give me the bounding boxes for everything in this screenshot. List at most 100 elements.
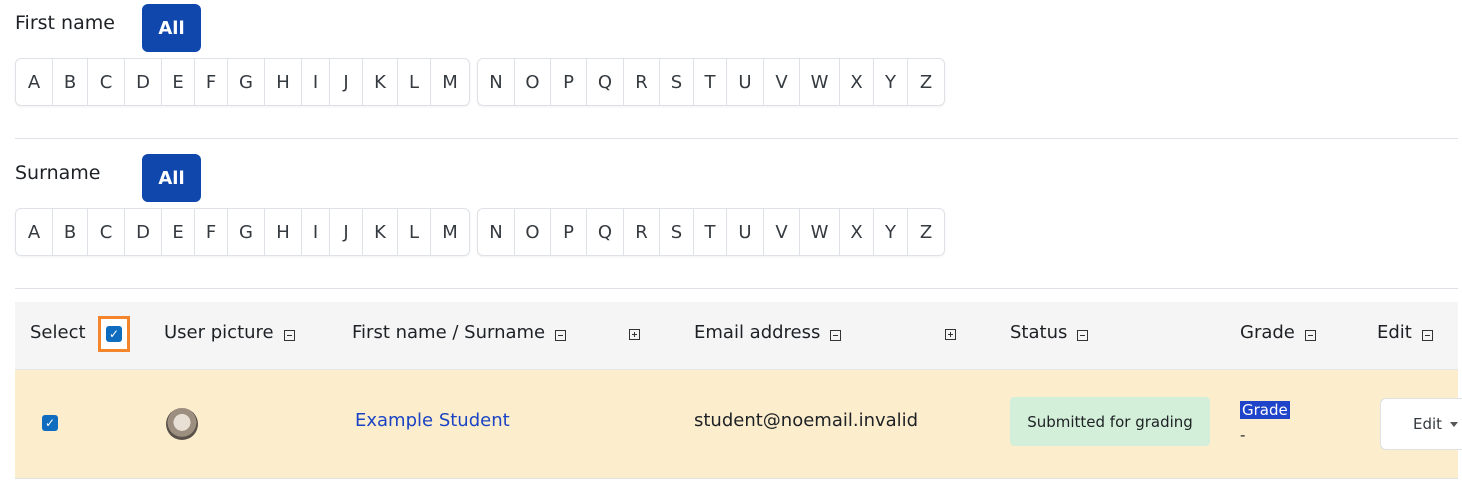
header-user-picture-label: User picture: [164, 322, 274, 343]
first-name-letter-button[interactable]: S: [660, 59, 694, 105]
first-name-letter-button[interactable]: L: [398, 59, 431, 105]
first-name-letter-button[interactable]: Z: [908, 59, 944, 105]
collapse-column-icon[interactable]: [1077, 330, 1089, 341]
surname-letters-n-z: NOPQRSTUVWXYZ: [477, 208, 945, 256]
first-name-letter-button[interactable]: G: [228, 59, 265, 105]
first-name-letter-bar: ABCDEFGHIJKLM NOPQRSTUVWXYZ: [15, 58, 945, 106]
surname-letter-button[interactable]: M: [431, 209, 469, 255]
surname-letter-button[interactable]: D: [125, 209, 162, 255]
first-name-letter-button[interactable]: F: [195, 59, 228, 105]
surname-letter-button[interactable]: K: [363, 209, 398, 255]
caret-down-icon: [1450, 421, 1459, 427]
first-name-letter-button[interactable]: N: [478, 59, 515, 105]
student-name-link[interactable]: Example Student: [355, 410, 510, 431]
header-grade-label[interactable]: Grade: [1240, 322, 1295, 343]
first-name-letter-button[interactable]: I: [302, 59, 330, 105]
first-name-letter-button[interactable]: U: [727, 59, 764, 105]
header-edit-label: Edit: [1377, 322, 1412, 343]
surname-letter-button[interactable]: T: [694, 209, 727, 255]
first-name-letter-button[interactable]: D: [125, 59, 162, 105]
surname-letter-button[interactable]: E: [162, 209, 195, 255]
first-name-letter-button[interactable]: Y: [874, 59, 908, 105]
first-name-letter-button[interactable]: A: [16, 59, 53, 105]
header-status-label[interactable]: Status: [1010, 322, 1067, 343]
surname-letters-a-m: ABCDEFGHIJKLM: [15, 208, 470, 256]
first-name-letter-button[interactable]: J: [330, 59, 363, 105]
first-name-filter-label: First name: [15, 12, 115, 34]
checkmark-icon: ✓: [106, 326, 122, 342]
surname-letter-button[interactable]: J: [330, 209, 363, 255]
surname-letter-button[interactable]: S: [660, 209, 694, 255]
first-name-letter-button[interactable]: V: [764, 59, 800, 105]
header-email-label[interactable]: Email address: [694, 322, 820, 343]
first-name-letter-button[interactable]: T: [694, 59, 727, 105]
surname-letter-button[interactable]: I: [302, 209, 330, 255]
first-name-all-button[interactable]: All: [142, 4, 201, 52]
collapse-column-icon[interactable]: [1304, 330, 1316, 341]
surname-letter-button[interactable]: A: [16, 209, 53, 255]
surname-letter-button[interactable]: U: [727, 209, 764, 255]
table-header-row: Select ✓ User picture First name / Surna…: [15, 302, 1458, 370]
collapse-column-icon[interactable]: [555, 330, 567, 341]
collapse-column-icon[interactable]: [283, 330, 295, 341]
surname-letter-button[interactable]: B: [53, 209, 88, 255]
expand-column-icon[interactable]: [945, 329, 956, 340]
collapse-column-icon[interactable]: [1421, 330, 1433, 341]
first-name-letter-button[interactable]: H: [265, 59, 302, 105]
surname-letter-button[interactable]: Q: [587, 209, 624, 255]
row-select-checkbox[interactable]: ✓: [42, 415, 58, 431]
surname-all-button[interactable]: All: [142, 154, 201, 202]
header-select-label: Select: [30, 322, 86, 343]
first-name-letter-button[interactable]: K: [363, 59, 398, 105]
first-name-letter-button[interactable]: X: [840, 59, 874, 105]
edit-button-label: Edit: [1413, 415, 1443, 433]
grade-label: Grade: [1240, 401, 1290, 419]
header-select: Select: [30, 322, 86, 343]
surname-letter-button[interactable]: F: [195, 209, 228, 255]
surname-letter-button[interactable]: Y: [874, 209, 908, 255]
divider: [15, 288, 1458, 289]
surname-letter-button[interactable]: Z: [908, 209, 944, 255]
first-name-letters-a-m: ABCDEFGHIJKLM: [15, 58, 470, 106]
first-name-letter-button[interactable]: C: [88, 59, 125, 105]
divider: [15, 138, 1458, 139]
surname-letter-button[interactable]: O: [515, 209, 551, 255]
first-name-letter-button[interactable]: E: [162, 59, 195, 105]
first-name-letter-button[interactable]: M: [431, 59, 469, 105]
avatar: [166, 408, 198, 440]
surname-letter-button[interactable]: L: [398, 209, 431, 255]
collapse-column-icon[interactable]: [830, 330, 842, 341]
first-name-letter-button[interactable]: O: [515, 59, 551, 105]
header-email: Email address: [694, 322, 842, 343]
header-edit: Edit: [1377, 322, 1433, 343]
student-email: student@noemail.invalid: [694, 410, 919, 431]
first-name-letter-button[interactable]: P: [551, 59, 587, 105]
expand-column-icon[interactable]: [629, 329, 640, 340]
header-name: First name / Surname: [352, 322, 567, 343]
submissions-table: Select ✓ User picture First name / Surna…: [15, 302, 1462, 480]
first-name-letters-n-z: NOPQRSTUVWXYZ: [477, 58, 945, 106]
first-name-letter-button[interactable]: Q: [587, 59, 624, 105]
surname-filter-label: Surname: [15, 162, 101, 184]
edit-menu-button[interactable]: Edit: [1380, 398, 1462, 450]
surname-letter-button[interactable]: G: [228, 209, 265, 255]
header-name-label[interactable]: First name / Surname: [352, 322, 545, 343]
surname-letter-bar: ABCDEFGHIJKLM NOPQRSTUVWXYZ: [15, 208, 945, 256]
surname-letter-button[interactable]: H: [265, 209, 302, 255]
header-user-picture: User picture: [164, 322, 295, 343]
table-row: ✓ Example Student student@noemail.invali…: [15, 370, 1462, 479]
surname-letter-button[interactable]: R: [624, 209, 660, 255]
surname-letter-button[interactable]: C: [88, 209, 125, 255]
surname-letter-button[interactable]: N: [478, 209, 515, 255]
grade-value: -: [1240, 426, 1246, 444]
surname-letter-button[interactable]: X: [840, 209, 874, 255]
surname-letter-button[interactable]: P: [551, 209, 587, 255]
header-status: Status: [1010, 322, 1089, 343]
header-grade: Grade: [1240, 322, 1316, 343]
first-name-letter-button[interactable]: W: [800, 59, 840, 105]
surname-letter-button[interactable]: W: [800, 209, 840, 255]
first-name-letter-button[interactable]: R: [624, 59, 660, 105]
first-name-letter-button[interactable]: B: [53, 59, 88, 105]
surname-letter-button[interactable]: V: [764, 209, 800, 255]
select-all-checkbox[interactable]: ✓: [98, 316, 130, 352]
